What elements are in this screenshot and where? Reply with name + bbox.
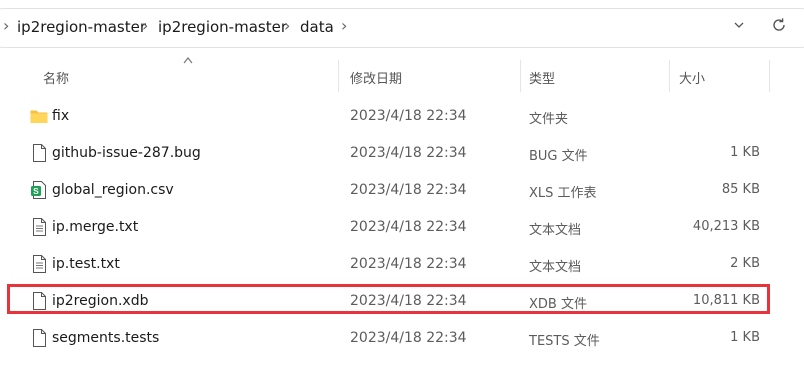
file-type: 文本文档: [529, 223, 582, 238]
file-row[interactable]: github-issue-287.bug 2023/4/18 22:34 BUG 文…: [0, 135, 804, 172]
file-type: XLS 工作表: [529, 186, 597, 201]
file-modified: 2023/4/18 22:34: [350, 145, 467, 161]
svg-text:S: S: [33, 186, 39, 196]
spreadsheet-icon: S: [29, 180, 49, 200]
file-type: 文本文档: [529, 260, 582, 275]
file-name: ip.test.txt: [52, 256, 120, 272]
column-divider[interactable]: [769, 60, 770, 92]
folder-icon: [29, 106, 49, 126]
file-modified: 2023/4/18 22:34: [350, 293, 467, 309]
file-name: segments.tests: [52, 330, 160, 346]
file-row[interactable]: ip.test.txt 2023/4/18 22:34 文本文档 2 KB: [0, 246, 804, 283]
file-size: 1 KB: [730, 145, 760, 160]
file-size: 2 KB: [730, 256, 760, 271]
file-row[interactable]: Sglobal_region.csv 2023/4/18 22:34 XLS 工作表…: [0, 172, 804, 209]
column-divider[interactable]: [338, 60, 339, 92]
address-bar: › ip2region-master › ip2region-master › …: [0, 0, 804, 52]
file-type: TESTS 文件: [529, 334, 600, 349]
file-name: ip2region.xdb: [52, 293, 149, 309]
file-size: 1 KB: [730, 330, 760, 345]
text-file-icon: [29, 217, 49, 237]
column-size[interactable]: 大小: [679, 68, 705, 87]
file-name: github-issue-287.bug: [52, 145, 201, 161]
column-modified[interactable]: 修改日期: [350, 68, 402, 87]
breadcrumb-chevron-icon[interactable]: ›: [284, 16, 290, 35]
file-modified: 2023/4/18 22:34: [350, 219, 467, 235]
column-name[interactable]: 名称: [43, 68, 69, 87]
file-type: XDB 文件: [529, 297, 587, 312]
file-row[interactable]: fix 2023/4/18 22:34 文件夹: [0, 98, 804, 135]
file-row[interactable]: ip2region.xdb 2023/4/18 22:34 XDB 文件 10,811…: [0, 283, 804, 320]
history-dropdown-icon[interactable]: [732, 18, 746, 32]
file-size: 40,213 KB: [692, 219, 760, 234]
file-icon: [29, 291, 49, 311]
file-size: 85 KB: [721, 182, 760, 197]
text-file-icon: [29, 254, 49, 274]
column-header: 名称 修改日期 类型 大小: [0, 52, 804, 96]
refresh-icon[interactable]: [770, 16, 788, 34]
sort-ascending-icon: [183, 57, 193, 64]
breadcrumb-item[interactable]: ip2region-master: [17, 18, 146, 36]
breadcrumb-chevron-icon[interactable]: ›: [341, 16, 347, 35]
file-modified: 2023/4/18 22:34: [350, 108, 467, 124]
column-type[interactable]: 类型: [529, 68, 555, 87]
file-row[interactable]: ip.merge.txt 2023/4/18 22:34 文本文档 40,213 KB: [0, 209, 804, 246]
file-icon: [29, 143, 49, 163]
file-name: fix: [52, 108, 70, 124]
file-size: 10,811 KB: [692, 293, 760, 308]
file-type: BUG 文件: [529, 149, 588, 164]
file-row[interactable]: segments.tests 2023/4/18 22:34 TESTS 文件 1 K…: [0, 320, 804, 357]
breadcrumb-item[interactable]: ip2region-master: [158, 18, 287, 36]
column-divider[interactable]: [669, 60, 670, 92]
breadcrumb-chevron-icon[interactable]: ›: [3, 16, 9, 35]
breadcrumb-item[interactable]: data: [300, 18, 334, 36]
file-modified: 2023/4/18 22:34: [350, 256, 467, 272]
file-name: ip.merge.txt: [52, 219, 139, 235]
file-modified: 2023/4/18 22:34: [350, 330, 467, 346]
file-modified: 2023/4/18 22:34: [350, 182, 467, 198]
breadcrumb-chevron-icon[interactable]: ›: [142, 16, 148, 35]
file-type: 文件夹: [529, 112, 569, 127]
column-divider[interactable]: [520, 60, 521, 92]
file-icon: [29, 328, 49, 348]
file-name: global_region.csv: [52, 182, 174, 198]
